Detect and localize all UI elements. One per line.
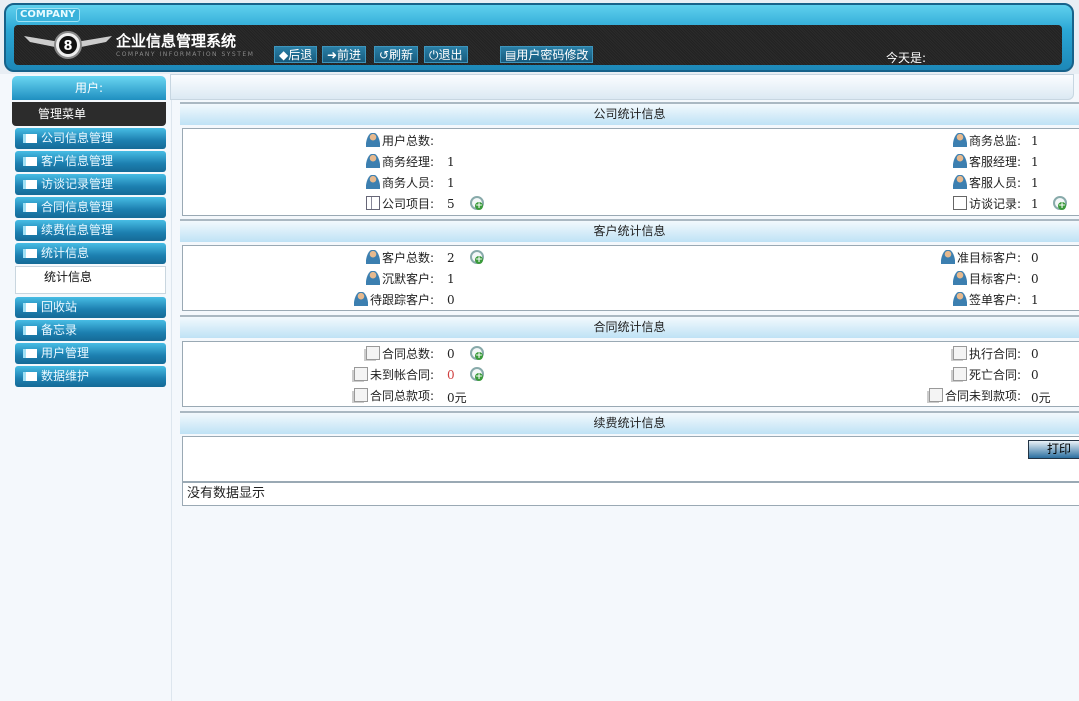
sidebar-item-interview[interactable]: 访谈记录管理 [15,174,166,195]
stat-value: 0元 [1031,391,1051,405]
section-title: 公司统计信息 [180,102,1079,125]
back-button[interactable]: ◆后退 [274,46,318,63]
app-subtitle: COMPANY INFORMATION SYSTEM [116,51,255,58]
stat-label-text: 合同未到款项: [944,389,1021,403]
person-icon [952,271,967,285]
stat-value: 0 [1031,272,1039,286]
stat-value: 0 [1031,347,1039,361]
stat-row: 客服经理: [178,152,1021,172]
stat-label: 准目标客户: [940,248,1021,268]
stat-value: 0 [1031,251,1039,265]
stat-label-text: 执行合同: [968,347,1021,361]
sidebar-item-memo[interactable]: 备忘录 [15,320,166,341]
stat-label: 执行合同: [952,344,1021,364]
section-body [182,436,1079,482]
stat-label-text: 目标客户: [968,272,1021,286]
sidebar-item-contract[interactable]: 合同信息管理 [15,197,166,218]
app-title: 企业信息管理系统 [116,32,237,50]
sidebar-item-company[interactable]: 公司信息管理 [15,128,166,149]
no-data-row: 没有数据显示 [182,482,1079,506]
stat-value: 0 [1031,368,1039,382]
winged-logo-icon: 8 [24,31,112,59]
svg-text:8: 8 [63,39,72,54]
doc-icon [952,346,967,360]
stat-label: 目标客户: [952,269,1021,289]
stat-label-text: 签单客户: [968,293,1021,307]
stat-row: 死亡合同: [178,365,1021,385]
stat-label: 签单客户: [952,290,1021,310]
stat-label-text: 客服经理: [968,155,1021,169]
doc-icon [952,367,967,381]
sub-header: 用户: [0,74,1079,102]
today-label: 今天是: [886,51,927,65]
sidebar: 管理菜单 公司信息管理 客户信息管理 访谈记录管理 合同信息管理 续费信息管理 … [0,100,172,701]
section-title: 续费统计信息 [180,411,1079,434]
person-icon [952,154,967,168]
sidebar-item-customer[interactable]: 客户信息管理 [15,151,166,172]
sidebar-item-maintenance[interactable]: 数据维护 [15,366,166,387]
stat-row: 准目标客户: [178,248,1021,268]
person-icon [940,250,955,264]
pencil-icon [952,196,967,210]
logout-button[interactable]: ⏻退出 [424,46,468,63]
search-detail-icon[interactable] [1049,196,1067,212]
section-title: 合同统计信息 [180,315,1079,338]
stat-label-text: 访谈记录: [968,197,1021,211]
stat-label: 死亡合同: [952,365,1021,385]
main-content: 公司统计信息用户总数:商务经理:1商务人员:1公司项目:5商务总监:1客服经理:… [178,100,1079,701]
sidebar-item-users[interactable]: 用户管理 [15,343,166,364]
menu-title: 管理菜单 [12,102,166,126]
stat-value: 1 [1031,197,1039,211]
person-icon [952,133,967,147]
change-password-button[interactable]: ▤用户密码修改 [500,46,594,63]
refresh-button[interactable]: ↺刷新 [374,46,419,63]
section-title: 客户统计信息 [180,219,1079,242]
header: COMPANY 8 企业信息管理系统 COMPANY INFORMATION S… [0,0,1079,74]
stat-label-text: 死亡合同: [968,368,1021,382]
stat-label-text: 客服人员: [968,176,1021,190]
sidebar-item-recycle[interactable]: 回收站 [15,297,166,318]
stat-value: 1 [1031,176,1039,190]
stat-label-text: 商务总监: [968,134,1021,148]
stat-value: 1 [1031,293,1039,307]
stat-label: 访谈记录: [952,194,1021,214]
stat-row: 客服人员: [178,173,1021,193]
stat-row: 访谈记录: [178,194,1021,214]
user-label: 用户: [12,76,166,100]
sub-header-bar [170,74,1074,100]
forward-button[interactable]: ➜前进 [322,46,367,63]
stat-label: 客服人员: [952,173,1021,193]
sidebar-item-statistics[interactable]: 统计信息 [15,243,166,264]
person-icon [952,292,967,306]
stat-label-text: 准目标客户: [956,251,1021,265]
stat-row: 目标客户: [178,269,1021,289]
sidebar-subitem-statistics[interactable]: 统计信息 [15,266,166,294]
print-button[interactable]: 打印 [1028,440,1079,459]
person-icon [952,175,967,189]
stat-label: 商务总监: [952,131,1021,151]
stat-label: 合同未到款项: [928,386,1021,406]
stat-value: 1 [1031,134,1039,148]
doc-icon [928,388,943,402]
stat-row: 合同未到款项: [178,386,1021,406]
stat-label: 客服经理: [952,152,1021,172]
stat-row: 签单客户: [178,290,1021,310]
company-badge: COMPANY [16,8,80,22]
stat-value: 1 [1031,155,1039,169]
stat-row: 商务总监: [178,131,1021,151]
sidebar-item-renewal[interactable]: 续费信息管理 [15,220,166,241]
stat-row: 执行合同: [178,344,1021,364]
